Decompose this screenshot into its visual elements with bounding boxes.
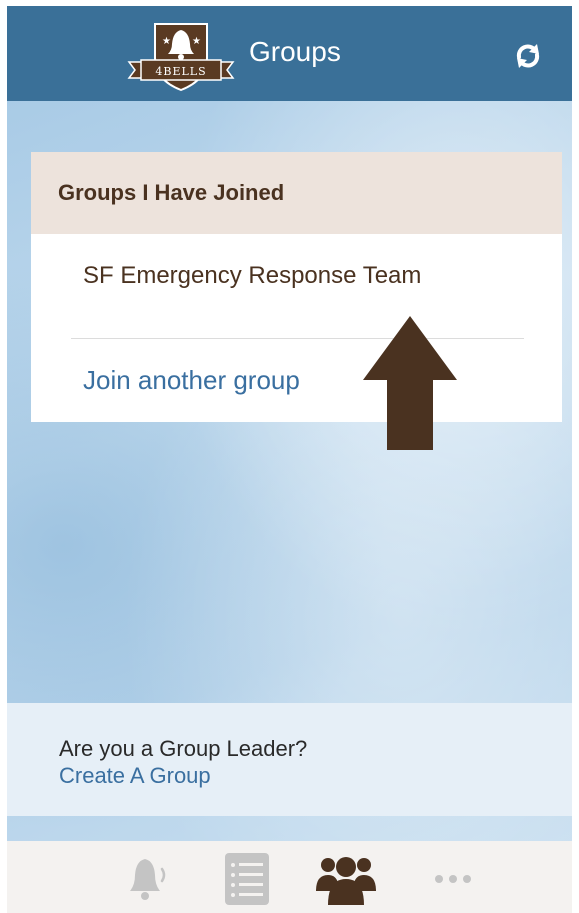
header-bar: ★ ★ 4BELLS Groups — [7, 6, 572, 101]
app-screen: ★ ★ 4BELLS Groups Groups I Have Joined S… — [7, 6, 572, 913]
create-group-link[interactable]: Create A Group — [59, 763, 211, 789]
bell-icon[interactable] — [117, 853, 177, 905]
join-group-link[interactable]: Join another group — [83, 365, 300, 396]
app-logo: ★ ★ 4BELLS — [127, 23, 235, 92]
page-title: Groups — [249, 36, 341, 67]
bottom-tab-bar — [7, 841, 572, 913]
card-header: Groups I Have Joined — [31, 152, 562, 234]
group-item[interactable]: SF Emergency Response Team — [83, 262, 421, 290]
more-icon[interactable] — [425, 853, 485, 905]
up-arrow-icon — [363, 316, 457, 450]
refresh-icon[interactable] — [512, 40, 544, 72]
svg-text:★: ★ — [192, 36, 201, 47]
card-title: Groups I Have Joined — [58, 180, 285, 205]
svg-text:★: ★ — [162, 36, 171, 47]
joined-groups-card: Groups I Have Joined SF Emergency Respon… — [31, 152, 562, 422]
list-icon[interactable] — [219, 853, 279, 905]
logo-text: 4BELLS — [155, 65, 206, 78]
leader-question: Are you a Group Leader? — [59, 736, 308, 761]
groups-icon[interactable] — [316, 853, 376, 905]
group-leader-section: Are you a Group Leader? Create A Group — [7, 703, 572, 816]
